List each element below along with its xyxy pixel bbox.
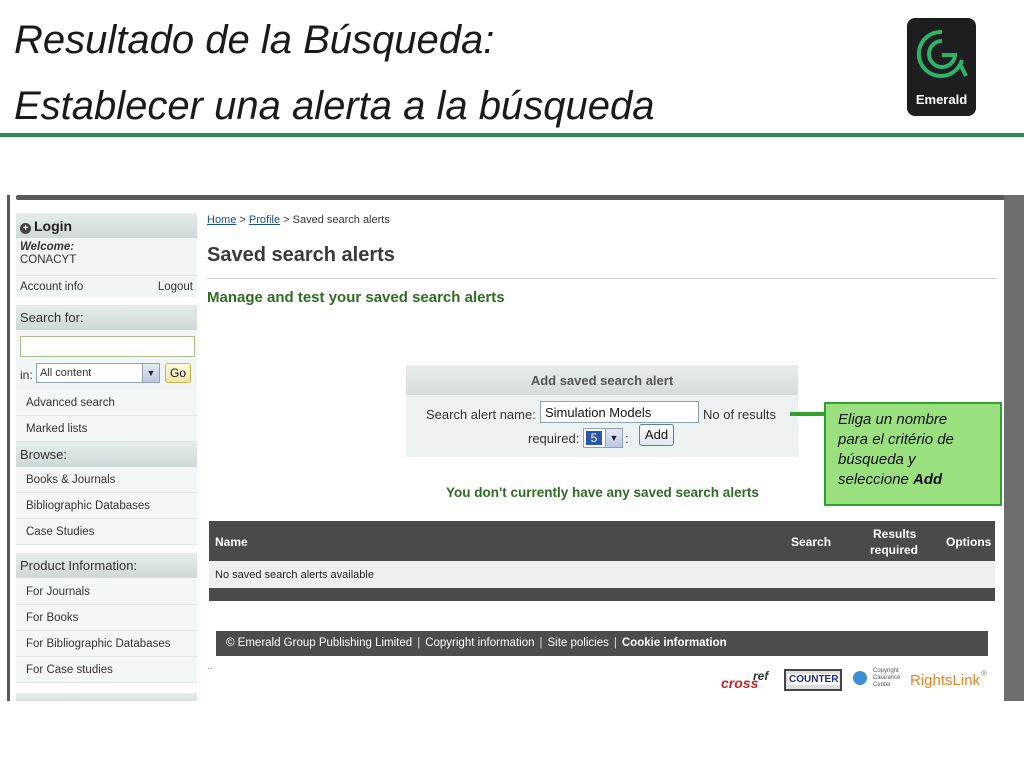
breadcrumb-sep: > (236, 214, 249, 226)
col-name[interactable]: Name (215, 535, 248, 549)
colon: : (625, 431, 629, 446)
results-select[interactable]: 5 ▼ (583, 428, 623, 448)
product-for-books[interactable]: For Books (16, 605, 197, 631)
chevron-down-icon: ▼ (605, 429, 622, 447)
login-header[interactable]: + Login (16, 213, 197, 238)
logo-text: Emerald (915, 92, 968, 107)
site-footer: © Emerald Group Publishing Limited | Copyr… (216, 631, 988, 656)
alert-name-input[interactable] (540, 401, 699, 423)
ccc-globe-icon (853, 671, 867, 685)
go-button[interactable]: Go (165, 363, 191, 383)
product-info-header: Product Information: (16, 553, 197, 578)
breadcrumb-current: Saved search alerts (292, 214, 390, 226)
results-label: No of results (703, 407, 776, 422)
emerald-e-icon (916, 29, 968, 78)
col-options[interactable]: Options (946, 535, 991, 549)
counter-logo[interactable]: COUNTER (784, 669, 842, 691)
footer-copyright-info-link[interactable]: Copyright information (425, 637, 534, 649)
alert-name-label: Search alert name: (426, 407, 536, 422)
callout-line: para el critério de (838, 431, 954, 448)
breadcrumb-profile[interactable]: Profile (249, 214, 280, 226)
marked-lists-link[interactable]: Marked lists (16, 416, 197, 442)
title-divider (0, 133, 1024, 137)
breadcrumb-home[interactable]: Home (207, 214, 236, 226)
footer-copyright: © Emerald Group Publishing Limited (226, 637, 413, 649)
logout-link[interactable]: Logout (158, 281, 193, 293)
screenshot-top-border (16, 195, 1006, 200)
search-box: in: All content ▼ Go (16, 330, 197, 392)
add-alert-panel: Add saved search alert Search alert name… (406, 365, 798, 457)
welcome-label: Welcome: (20, 241, 75, 253)
table-footer-bar (209, 588, 995, 601)
title-divider-line (207, 278, 997, 279)
footer-cookie-info-link[interactable]: Cookie information (622, 637, 727, 649)
no-alerts-message: You don't currently have any saved searc… (446, 485, 759, 500)
search-input[interactable] (20, 336, 195, 357)
product-for-journals[interactable]: For Journals (16, 579, 197, 605)
breadcrumb: Home > Profile > Saved search alerts (207, 214, 390, 226)
in-label: in: (20, 368, 33, 382)
required-label: required: (528, 431, 580, 446)
account-info-link[interactable]: Account info (20, 281, 83, 293)
sidebar-next-header (16, 693, 197, 701)
footer-dots: .. (207, 661, 213, 672)
welcome-box: Welcome: CONACYT (16, 238, 197, 275)
chevron-down-icon: ▼ (142, 364, 159, 382)
product-for-bibliographic-databases[interactable]: For Bibliographic Databases (16, 631, 197, 657)
crossref-logo[interactable]: cross ref (721, 667, 773, 693)
account-row: Account info Logout (16, 275, 197, 297)
slide-title-line2: Establecer una alerta a la búsqueda (14, 84, 655, 128)
footer-site-policies-link[interactable]: Site policies (548, 637, 609, 649)
callout-line: Eliga un nombre (838, 411, 948, 428)
col-results[interactable]: Results (873, 527, 916, 541)
page-title: Saved search alerts (207, 244, 395, 266)
plus-circle-icon: + (20, 223, 31, 234)
emerald-logo: Emerald (907, 18, 976, 116)
slide-title-line1: Resultado de la Búsqueda: (14, 18, 495, 62)
col-search[interactable]: Search (791, 535, 831, 549)
page-subtitle: Manage and test your saved search alerts (207, 289, 505, 306)
add-button[interactable]: Add (639, 424, 674, 446)
callout-line: seleccione Add (838, 471, 943, 488)
browse-header: Browse: (16, 442, 197, 467)
browse-bibliographic-databases[interactable]: Bibliographic Databases (16, 493, 197, 519)
callout-connector (790, 412, 824, 416)
instruction-callout: Eliga un nombre para el critério de búsq… (824, 402, 1002, 506)
user-name: CONACYT (20, 254, 77, 266)
breadcrumb-sep: > (280, 214, 293, 226)
login-label: Login (34, 218, 73, 234)
copyright-clearance-logo[interactable]: Copyright Clearance Center (853, 667, 907, 693)
table-header: Name Search Results required Options (209, 521, 995, 561)
screenshot-left-border (7, 195, 10, 701)
browse-case-studies[interactable]: Case Studies (16, 519, 197, 545)
search-for-header: Search for: (16, 305, 197, 330)
content-select[interactable]: All content ▼ (36, 363, 160, 383)
content-select-value: All content (40, 367, 92, 379)
table-row: No saved search alerts available (209, 561, 995, 588)
rightslink-logo[interactable]: RightsLink ® (910, 667, 990, 693)
advanced-search-link[interactable]: Advanced search (16, 390, 197, 416)
callout-add-keyword: Add (913, 471, 943, 488)
product-for-case-studies[interactable]: For Case studies (16, 657, 197, 683)
callout-line: búsqueda y (838, 451, 916, 468)
col-required[interactable]: required (870, 543, 918, 557)
results-select-value: 5 (586, 431, 602, 445)
screenshot-right-border (1004, 195, 1024, 701)
add-alert-header: Add saved search alert (406, 365, 798, 395)
browse-books-journals[interactable]: Books & Journals (16, 467, 197, 493)
